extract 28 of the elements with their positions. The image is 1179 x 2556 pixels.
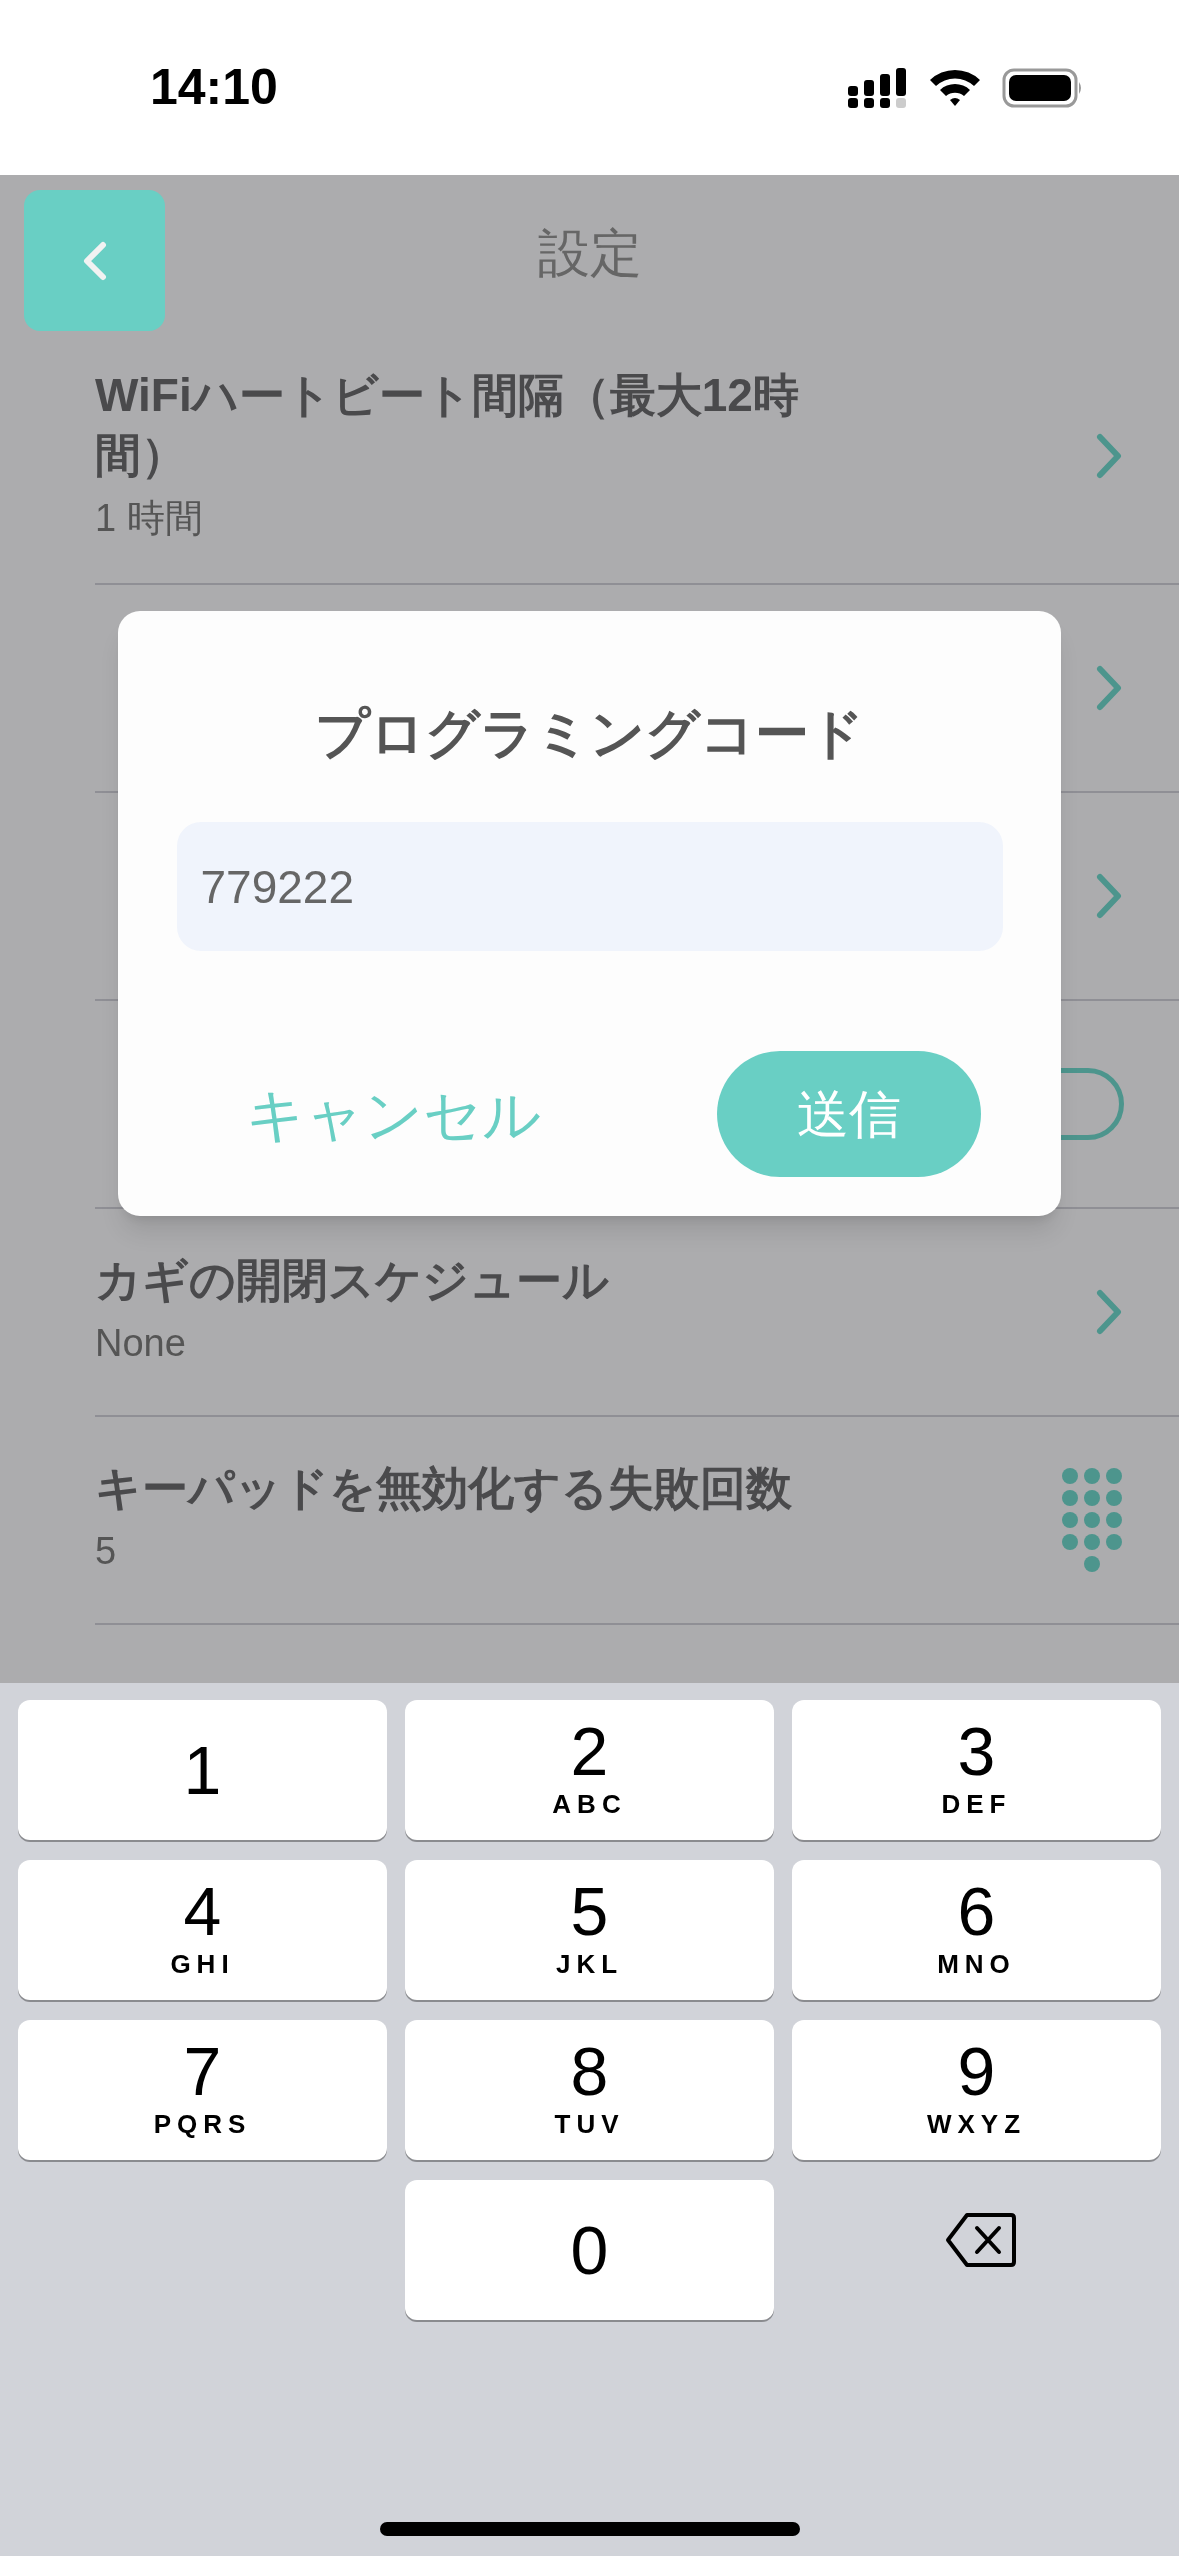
keypad-key[interactable]: 5 JKL — [405, 1860, 774, 2000]
keypad-key[interactable]: 8 TUV — [405, 2020, 774, 2160]
keypad-key[interactable]: 7 PQRS — [18, 2020, 387, 2160]
settings-row[interactable]: WiFiハートビート間隔（最大12時間） 1 時間 — [95, 330, 1179, 585]
settings-row[interactable]: キーパッドを無効化する失敗回数 5 — [95, 1416, 1179, 1625]
keypad-key[interactable]: 0 — [405, 2180, 774, 2320]
setting-title: キーパッドを無効化する失敗回数 — [95, 1461, 793, 1517]
keypad-key[interactable]: 2 ABC — [405, 1700, 774, 1840]
keypad-key[interactable]: 4 GHI — [18, 1860, 387, 2000]
wifi-icon — [928, 67, 982, 108]
battery-icon — [1002, 67, 1084, 108]
backspace-icon[interactable] — [945, 2212, 1017, 2268]
code-input-field[interactable]: 779222 — [176, 822, 1003, 951]
keypad-key[interactable]: 9 WXYZ — [792, 2020, 1161, 2160]
keypad-icon[interactable] — [1060, 1465, 1124, 1574]
page-title: 設定 — [537, 222, 642, 284]
status-time: 14:10 — [150, 58, 278, 117]
signal-icon — [848, 67, 908, 108]
setting-value: 5 — [95, 1529, 118, 1574]
setting-title: WiFiハートビート間隔（最大12時間） — [95, 368, 800, 483]
keypad-key[interactable]: 3 DEF — [792, 1700, 1161, 1840]
dialog-title: プログラミングコード — [315, 702, 864, 765]
setting-value: None — [95, 1321, 187, 1366]
keypad-key[interactable]: 1 — [18, 1700, 387, 1840]
back-button[interactable] — [24, 190, 165, 331]
keypad-key[interactable]: 6 MNO — [792, 1860, 1161, 2000]
setting-value: 1 時間 — [95, 495, 204, 541]
setting-title: カギの開閉スケジュール — [95, 1253, 610, 1309]
